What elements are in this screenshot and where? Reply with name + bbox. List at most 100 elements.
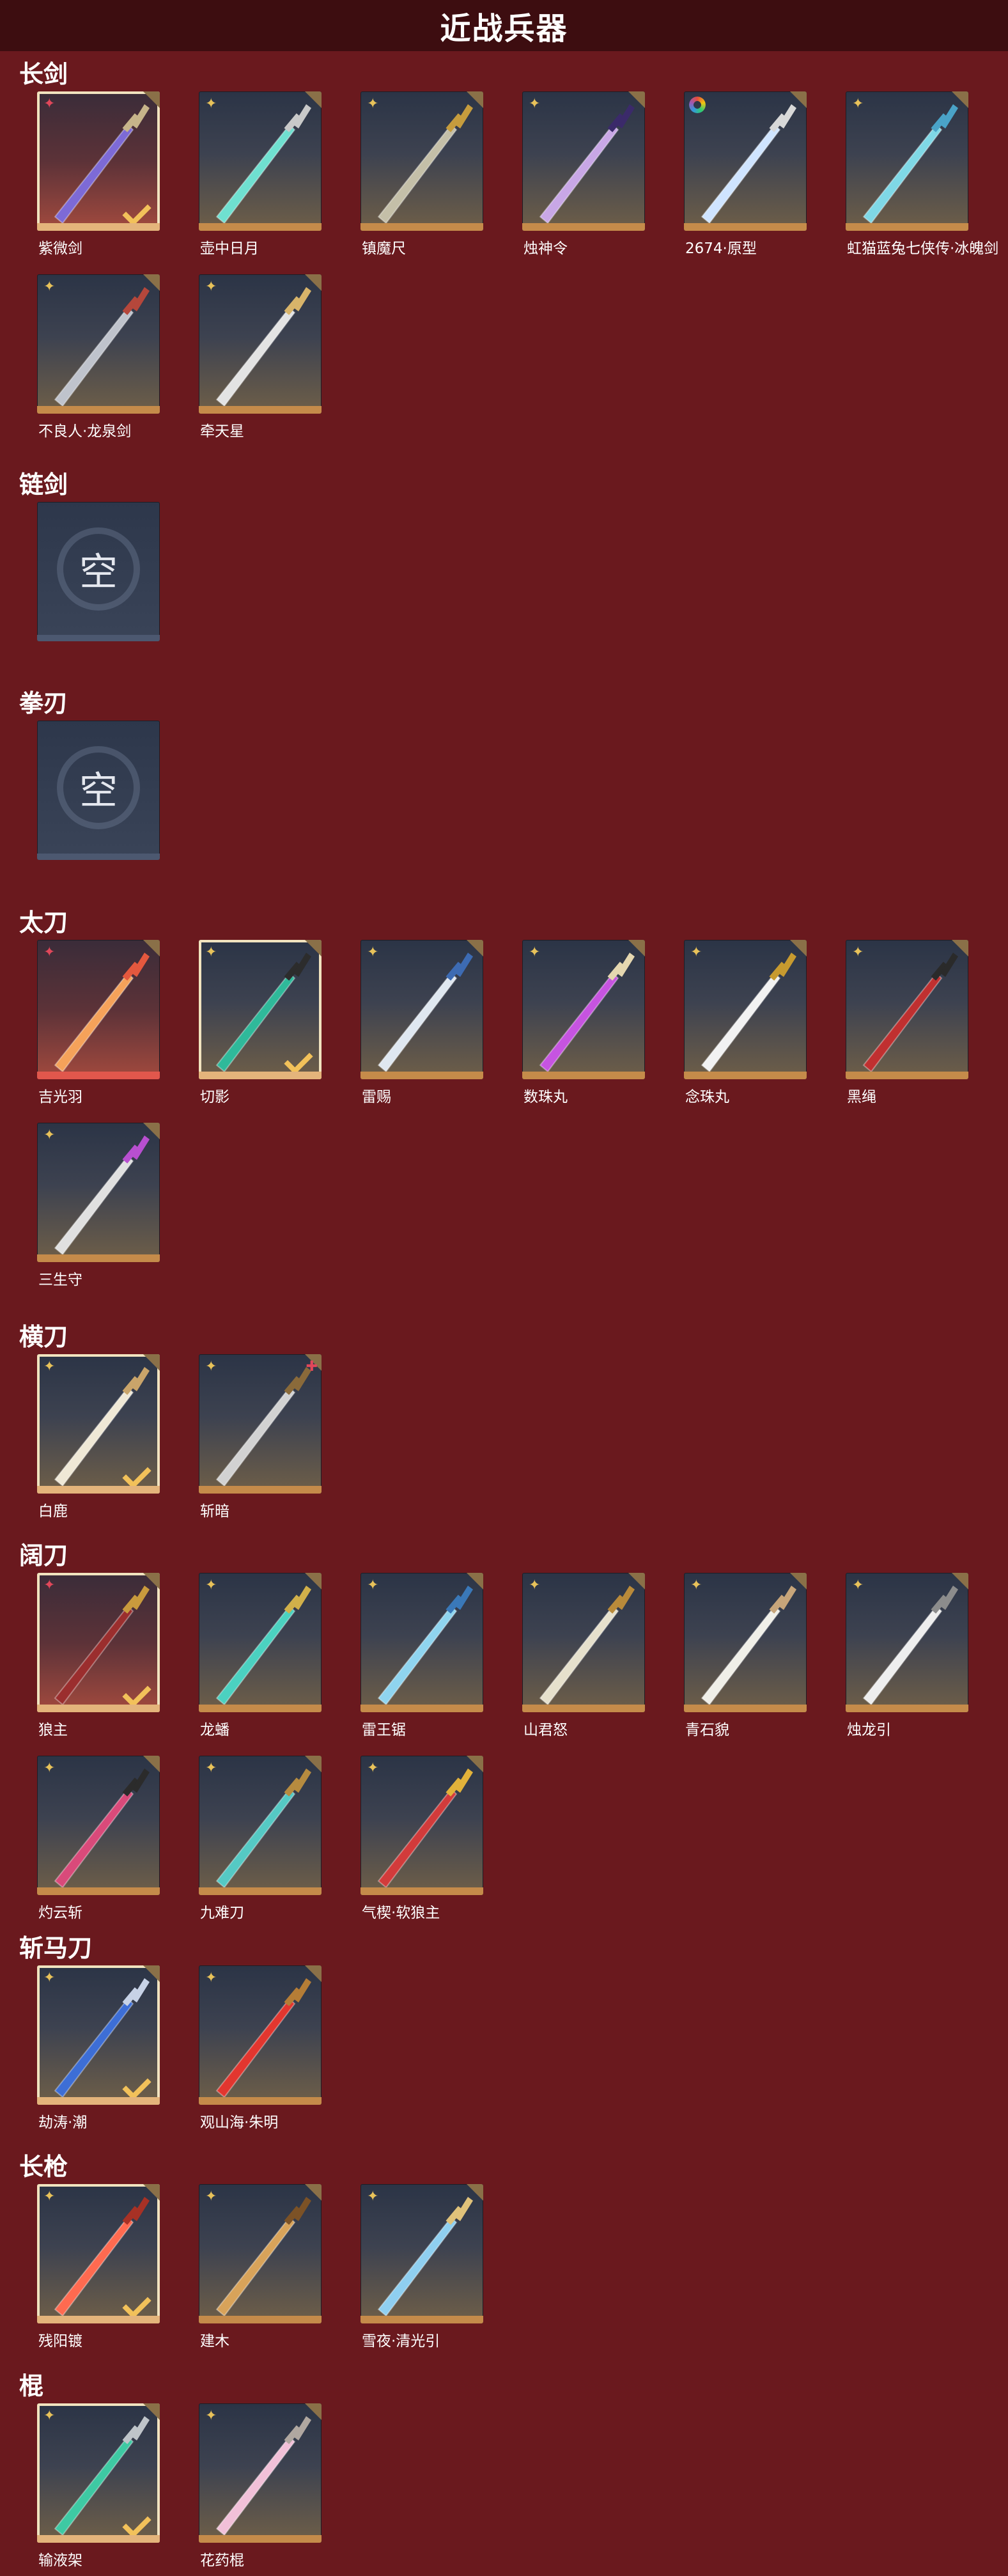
section-title: 链剑: [19, 471, 68, 499]
weapon-image: [54, 1768, 150, 1889]
weapon-card[interactable]: ✦ 输液架: [37, 2403, 162, 2576]
weapon-name: 白鹿: [38, 1503, 68, 1520]
weapon-name: 念珠丸: [685, 1089, 729, 1105]
quality-bar: [37, 1887, 160, 1895]
weapon-tile: ✦: [37, 1756, 160, 1895]
weapon-name: 龙蟠: [200, 1722, 229, 1738]
corner-marker: [305, 2403, 322, 2420]
weapon-tile: ✦: [684, 940, 807, 1079]
weapon-name: 山君怒: [523, 1722, 568, 1738]
weapon-card[interactable]: ✦ 黑绳: [846, 940, 971, 1112]
weapon-card[interactable]: ✦ 青石貌: [684, 1573, 809, 1745]
gold-star-icon: ✦: [43, 2188, 56, 2204]
weapon-tile: ✦: [199, 1573, 322, 1712]
gold-star-icon: ✦: [367, 944, 379, 960]
gold-star-icon: ✦: [852, 944, 864, 960]
weapon-card[interactable]: ✦ 雷赐: [361, 940, 486, 1112]
weapon-tile: ✦: [199, 274, 322, 414]
section-title: 棍: [19, 2372, 44, 2400]
weapon-tile: ✦: [522, 1573, 645, 1712]
gold-star-icon: ✦: [690, 1577, 702, 1593]
weapon-image: [54, 953, 150, 1073]
weapon-card[interactable]: ✦ 白鹿: [37, 1354, 162, 1527]
weapon-image: [539, 953, 635, 1073]
weapon-card[interactable]: ✦ 花药棍: [199, 2403, 324, 2576]
corner-marker: [628, 91, 645, 108]
gold-star-icon: ✦: [43, 1760, 56, 1776]
gold-star-icon: ✦: [367, 95, 379, 111]
weapon-card[interactable]: ✦ 残阳镀: [37, 2184, 162, 2357]
weapon-tile: ✦: [37, 1354, 160, 1494]
weapon-name: 雷赐: [362, 1089, 391, 1105]
weapon-name: 花药棍: [200, 2552, 244, 2569]
weapon-card[interactable]: ✦ 三生守: [37, 1123, 162, 1295]
weapon-image: [539, 104, 635, 224]
red-plus-icon: ✚: [306, 1358, 318, 1374]
weapon-card[interactable]: ✦ 切影: [199, 940, 324, 1112]
weapon-name: 壶中日月: [200, 240, 259, 257]
weapon-card[interactable]: ✦ 紫微剑: [37, 91, 162, 264]
weapon-card[interactable]: ✦ 雷王锯: [361, 1573, 486, 1745]
weapon-name: 黑绳: [847, 1089, 876, 1105]
weapon-card[interactable]: ✦ 虹猫蓝兔七侠传·冰魄剑: [846, 91, 998, 264]
quality-bar: [199, 2097, 322, 2105]
weapon-tile: ✦ ✚: [199, 1354, 322, 1494]
empty-slot[interactable]: 空: [37, 502, 162, 675]
weapon-card[interactable]: ✦ 龙蟠: [199, 1573, 324, 1745]
weapon-card[interactable]: ✦ 烛神令: [522, 91, 647, 264]
gold-star-icon: ✦: [43, 278, 56, 294]
gold-star-icon: ✦: [529, 1577, 541, 1593]
weapon-card[interactable]: ✦ 数珠丸: [522, 940, 647, 1112]
weapon-tile: ✦: [37, 2184, 160, 2323]
weapon-card[interactable]: ✦ 镇魔尺: [361, 91, 486, 264]
weapon-card[interactable]: ✦ 念珠丸: [684, 940, 809, 1112]
weapon-tile: ✦: [361, 940, 483, 1079]
quality-bar: [361, 223, 483, 231]
weapon-card[interactable]: ✦ 烛龙引: [846, 1573, 971, 1745]
weapon-card[interactable]: ✦ 气楔·软狼主: [361, 1756, 486, 1928]
weapon-card[interactable]: ✦ 劫涛·潮: [37, 1965, 162, 2138]
quality-bar: [37, 1072, 160, 1079]
weapon-card[interactable]: ✦ 九难刀: [199, 1756, 324, 1928]
weapon-card[interactable]: ✦ 雪夜·清光引: [361, 2184, 486, 2357]
weapon-tile: ✦: [199, 2184, 322, 2323]
quality-bar: [522, 1705, 645, 1712]
weapon-tile: ✦: [846, 1573, 968, 1712]
corner-marker: [628, 1573, 645, 1589]
weapon-card[interactable]: ✦ 山君怒: [522, 1573, 647, 1745]
weapon-image: [377, 1768, 473, 1889]
weapon-image: [701, 953, 796, 1073]
quality-bar: [37, 2097, 160, 2105]
weapon-card[interactable]: ✦ 不良人·龙泉剑: [37, 274, 162, 447]
quality-bar: [37, 223, 160, 231]
weapon-card[interactable]: ✦ 壶中日月: [199, 91, 324, 264]
weapon-card[interactable]: ✦ 牵天星: [199, 274, 324, 447]
quality-bar: [522, 223, 645, 231]
section-title: 长剑: [19, 60, 68, 88]
weapon-card[interactable]: ✦ 吉光羽: [37, 940, 162, 1112]
quality-bar: [199, 2535, 322, 2543]
corner-marker: [305, 1573, 322, 1589]
weapon-card[interactable]: ✦ 灼云斩: [37, 1756, 162, 1928]
corner-marker: [305, 1965, 322, 1982]
weapon-name: 不良人·龙泉剑: [38, 423, 132, 440]
gold-star-icon: ✦: [852, 1577, 864, 1593]
corner-marker: [143, 2403, 160, 2420]
gold-star-icon: ✦: [205, 1969, 217, 1985]
weapon-tile: 空: [37, 502, 160, 641]
corner-marker: [467, 91, 483, 108]
weapon-card[interactable]: ✦ 观山海·朱明: [199, 1965, 324, 2138]
weapon-card[interactable]: 2674·原型: [684, 91, 809, 264]
weapon-name: 数珠丸: [523, 1089, 568, 1105]
weapon-card[interactable]: ✦ 狼主: [37, 1573, 162, 1745]
empty-slot[interactable]: 空: [37, 721, 162, 893]
gold-star-icon: ✦: [43, 1358, 56, 1374]
gold-star-icon: ✦: [205, 1358, 217, 1374]
quality-bar: [37, 635, 160, 641]
weapon-name: 残阳镀: [38, 2333, 82, 2350]
weapon-card[interactable]: ✦ 建木: [199, 2184, 324, 2357]
corner-marker: [952, 91, 968, 108]
weapon-card[interactable]: ✦ ✚ 斩暗: [199, 1354, 324, 1527]
quality-bar: [199, 1072, 322, 1079]
weapon-name: 雷王锯: [362, 1722, 406, 1738]
